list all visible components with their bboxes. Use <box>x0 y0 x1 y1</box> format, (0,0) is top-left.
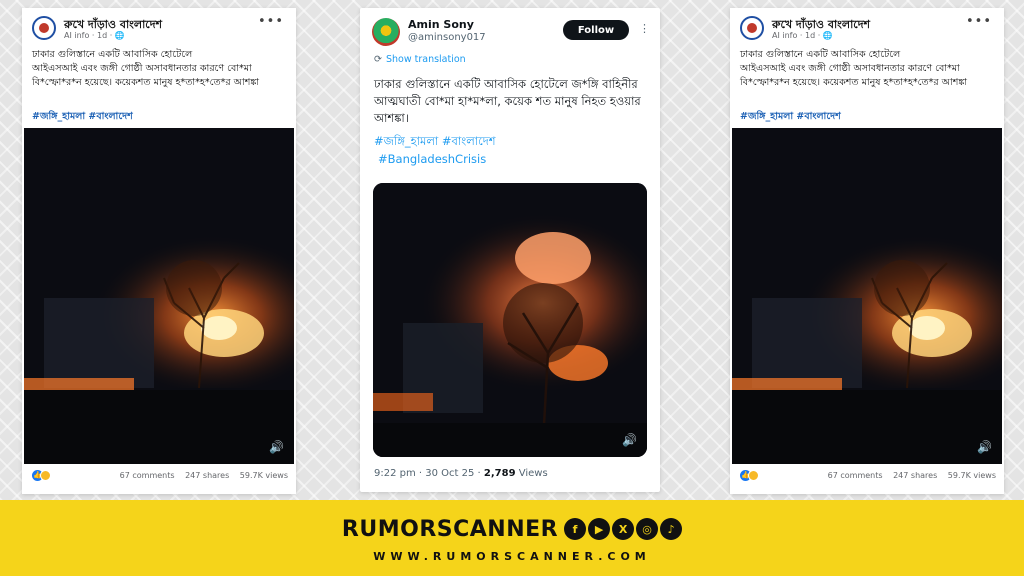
post-time[interactable]: 9:22 pm · 30 Oct 25 · <box>374 468 484 479</box>
hashtags[interactable]: #জঙ্গি_হামলা #বাংলাদেশ <box>32 110 133 125</box>
show-translation-link[interactable]: ⟳ Show translation <box>374 54 466 65</box>
volume-icon[interactable]: 🔊 <box>269 440 284 454</box>
user-handle[interactable]: @aminsony017 <box>408 32 486 43</box>
facebook-icon[interactable]: f <box>564 518 587 540</box>
youtube-icon[interactable]: ▶ <box>588 518 611 540</box>
post-text: ঢাকার গুলিস্তানে একটি আবাসিক হোটেলে আইএস… <box>32 48 290 90</box>
comments-count[interactable]: 67 comments <box>120 471 175 480</box>
tiktok-icon[interactable]: ♪ <box>660 518 683 540</box>
more-options-icon[interactable]: ••• <box>966 14 992 29</box>
page-avatar[interactable] <box>32 16 56 40</box>
views-count: 59.7K views <box>239 471 288 480</box>
follow-button[interactable]: Follow <box>563 20 629 40</box>
post-footer: 👍 67 comments 247 shares 59.7K views <box>32 470 288 484</box>
facebook-post-left: রুখে দাঁড়াও বাংলাদেশ AI info · 1d · 🌐 •… <box>22 8 296 494</box>
more-options-icon[interactable]: ⋮ <box>639 22 650 35</box>
x-post: Amin Sony @aminsony017 Follow ⋮ ⟳ Show tr… <box>360 8 660 492</box>
post-text-line: ঢাকার গুলিস্তানে একটি আবাসিক হোটেলে <box>740 49 901 60</box>
x-icon[interactable]: X <box>612 518 635 540</box>
volume-icon[interactable]: 🔊 <box>622 433 637 447</box>
post-text-line: বি*স্ফো*র*ন হয়েছে। কয়েকশত মানুষ হ*তা*হ… <box>32 77 260 88</box>
shares-count[interactable]: 247 shares <box>893 471 937 480</box>
views-count: 2,789 <box>483 468 516 479</box>
views-count: 59.7K views <box>947 471 996 480</box>
hashtags: #জঙ্গি_হামলা #বাংলাদেশ #BangladeshCrisis <box>374 132 496 168</box>
hashtag-line[interactable]: #জঙ্গি_হামলা #বাংলাদেশ <box>374 132 496 150</box>
facebook-post-right: রুখে দাঁড়াও বাংলাদেশ AI info · 1d · 🌐 •… <box>730 8 1004 494</box>
post-text: ঢাকার গুলিস্তানে একটি আবাসিক হোটেলে আইএস… <box>740 48 998 90</box>
instagram-icon[interactable]: ◎ <box>636 518 659 540</box>
brand-row: RUMORSCANNER f ▶ X ◎ ♪ <box>0 514 1024 544</box>
post-meta: AI info · 1d · 🌐 <box>64 31 125 40</box>
post-text-line: বি*স্ফো*র*ন হয়েছে। কয়েকশত মানুষ হ*তা*হ… <box>740 77 968 88</box>
branding-band: RUMORSCANNER f ▶ X ◎ ♪ WWW.RUMORSCANNER.… <box>0 500 1024 576</box>
post-video[interactable]: 🔊 <box>732 128 1002 464</box>
post-video[interactable]: 🔊 <box>373 183 647 457</box>
fire-scene-image <box>732 128 1002 464</box>
social-icons: f ▶ X ◎ ♪ <box>562 518 683 540</box>
show-translation-label: Show translation <box>385 54 466 65</box>
views-label: Views <box>515 468 548 479</box>
user-name[interactable]: Amin Sony <box>408 18 474 31</box>
post-text-line: ঢাকার গুলিস্তানে একটি আবাসিক হোটেলে <box>32 49 193 60</box>
post-text-line: আইএসআই এবং জঙ্গী গোষ্ঠী অসাবধানতার কারণে… <box>740 63 960 74</box>
translate-icon: ⟳ <box>374 54 382 65</box>
post-text-line: আইএসআই এবং জঙ্গী গোষ্ঠী অসাবধানতার কারণে… <box>32 63 252 74</box>
reactions-icon[interactable]: 👍 <box>740 470 762 482</box>
volume-icon[interactable]: 🔊 <box>977 440 992 454</box>
post-timestamp: 9:22 pm · 30 Oct 25 · 2,789 Views <box>374 468 548 479</box>
reactions-icon[interactable]: 👍 <box>32 470 54 482</box>
post-footer: 👍 67 comments 247 shares 59.7K views <box>740 470 996 484</box>
comments-count[interactable]: 67 comments <box>828 471 883 480</box>
post-header: রুখে দাঁড়াও বাংলাদেশ AI info · 1d · 🌐 •… <box>738 14 996 44</box>
hashtag-line[interactable]: #BangladeshCrisis <box>374 150 496 168</box>
hashtags[interactable]: #জঙ্গি_হামলা #বাংলাদেশ <box>740 110 841 125</box>
page-avatar[interactable] <box>740 16 764 40</box>
shares-count[interactable]: 247 shares <box>185 471 229 480</box>
more-options-icon[interactable]: ••• <box>258 14 284 29</box>
post-meta: AI info · 1d · 🌐 <box>772 31 833 40</box>
brand-logo: RUMORSCANNER <box>341 516 559 542</box>
fire-scene-image <box>373 183 647 457</box>
post-video[interactable]: 🔊 <box>24 128 294 464</box>
fire-scene-image <box>24 128 294 464</box>
user-avatar[interactable] <box>372 18 400 46</box>
post-header: রুখে দাঁড়াও বাংলাদেশ AI info · 1d · 🌐 •… <box>30 14 288 44</box>
website-url[interactable]: WWW.RUMORSCANNER.COM <box>0 550 1024 563</box>
post-text: ঢাকার গুলিস্তানে একটি আবাসিক হোটেলে জ*ঙ্… <box>374 77 641 125</box>
